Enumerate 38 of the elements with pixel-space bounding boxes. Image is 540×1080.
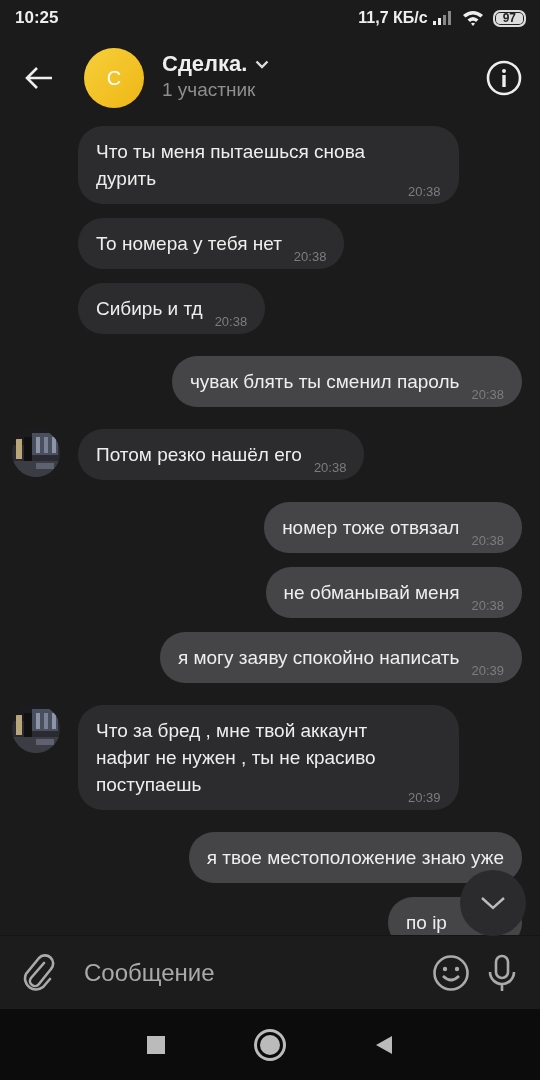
wifi-icon — [461, 10, 484, 26]
message-text: номер тоже отвязал — [282, 516, 460, 540]
microphone-icon[interactable] — [486, 953, 518, 992]
message-time: 20:38 — [313, 460, 347, 476]
member-count: 1 участник — [162, 79, 257, 101]
message-text: чувак блять ты сменил пароль — [189, 370, 460, 394]
message-text: Потом резко нашёл его — [96, 443, 302, 467]
message-text: Что ты меня пытаешься снова дурить — [96, 140, 367, 191]
message-text: по ip — [406, 911, 447, 935]
signal-icon — [432, 11, 451, 25]
back-button[interactable] — [24, 66, 54, 90]
chat-title[interactable]: Сделка. — [162, 51, 248, 77]
attach-icon[interactable] — [22, 953, 56, 992]
message-time: 20:39 — [408, 790, 441, 806]
info-icon[interactable] — [486, 60, 522, 96]
chevron-down-icon[interactable] — [255, 59, 270, 69]
message-field[interactable]: Сообщение — [82, 957, 416, 988]
message-time: 20:38 — [293, 249, 327, 265]
message-time: 20:38 — [214, 314, 248, 330]
message-text: Сибирь и тд — [96, 297, 203, 321]
message-text: я твое местоположение знаю уже — [206, 846, 504, 870]
message-text: Что за бред , мне твой аккаунт нафиг не нужен , ты не красиво поступаешь — [96, 719, 377, 797]
message-text: не обманывай меня — [283, 581, 460, 605]
status-time: 10:25 — [15, 8, 59, 28]
back-nav-button[interactable] — [375, 1034, 393, 1055]
message-text: То номера у тебя нет — [96, 232, 282, 256]
chevron-down-icon — [480, 896, 506, 910]
message-time: 20:38 — [471, 598, 504, 614]
recents-button[interactable] — [147, 1035, 165, 1054]
message-time: 20:38 — [408, 184, 441, 200]
message-time: 20:39 — [471, 663, 504, 679]
message-time: 20:38 — [471, 533, 504, 549]
home-button[interactable] — [257, 1031, 283, 1058]
battery-icon: 97 — [492, 9, 526, 27]
emoji-icon[interactable] — [432, 953, 470, 992]
message-time: 20:38 — [471, 387, 504, 403]
network-speed: 11,7 КБ/с — [358, 9, 428, 27]
message-text: я могу заяву спокойно написать — [177, 646, 460, 670]
